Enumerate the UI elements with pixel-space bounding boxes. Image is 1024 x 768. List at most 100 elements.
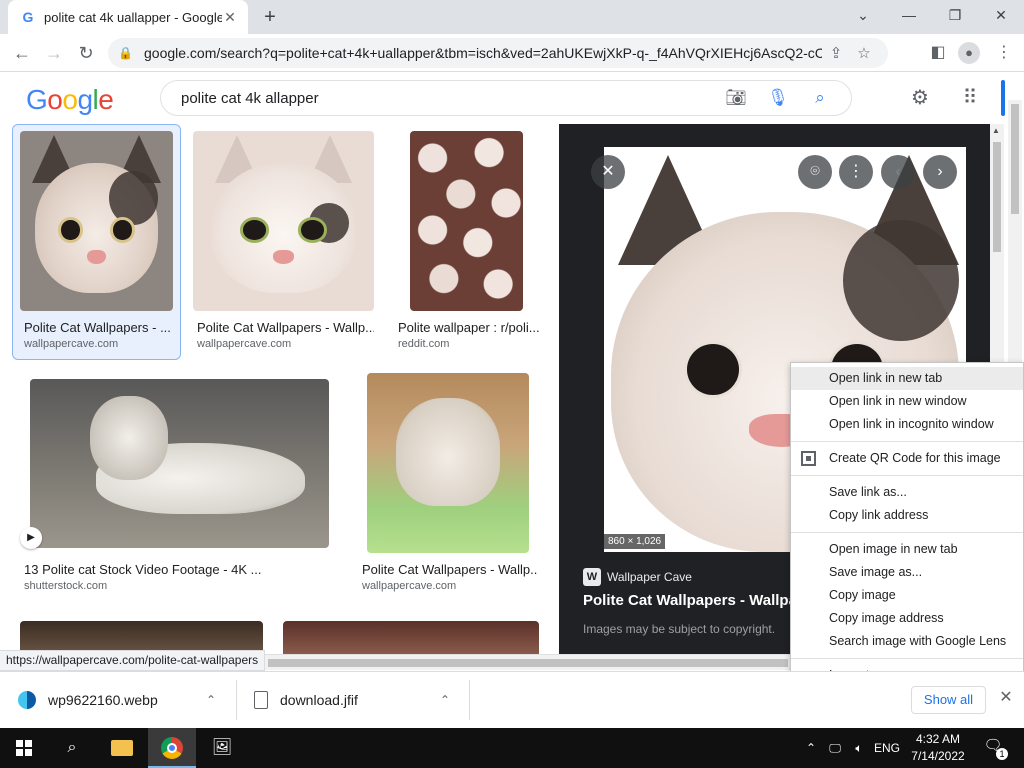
menu-item-search-google-lens[interactable]: Search image with Google Lens xyxy=(791,630,1023,653)
microphone-icon[interactable]: 🎙︎ xyxy=(757,88,799,108)
wallpaper-cave-logo-icon: W xyxy=(583,568,601,586)
browser-tab[interactable]: G polite cat 4k uallapper - Google ✕ xyxy=(8,0,248,34)
tab-search-chevron-icon[interactable]: ⌄ xyxy=(840,0,886,30)
previous-image-icon[interactable]: ‹ xyxy=(881,155,915,189)
result-thumbnail[interactable] xyxy=(367,373,529,553)
clock-date: 7/14/2022 xyxy=(911,749,965,763)
video-play-icon[interactable]: ▶ xyxy=(20,527,42,549)
download-options-chevron-icon[interactable]: ⌃ xyxy=(440,693,450,707)
result-source[interactable]: reddit.com xyxy=(398,338,449,350)
browser-toolbar: ← → ↻ 🔒 google.com/search?q=polite+cat+4… xyxy=(0,34,1024,72)
minimize-button[interactable]: — xyxy=(886,0,932,30)
close-preview-icon[interactable]: ✕ xyxy=(591,155,625,189)
result-caption[interactable]: Polite wallpaper : r/poli... xyxy=(398,320,544,335)
preview-source[interactable]: W Wallpaper Cave xyxy=(583,568,692,586)
menu-item-copy-link-address[interactable]: Copy link address xyxy=(791,504,1023,527)
image-result-card[interactable]: Polite Cat Wallpapers - Wallp... wallpap… xyxy=(358,373,538,595)
result-caption[interactable]: Polite Cat Wallpapers - ... xyxy=(24,320,173,335)
menu-item-save-link-as[interactable]: Save link as... xyxy=(791,481,1023,504)
sign-in-indicator[interactable] xyxy=(1001,80,1005,116)
result-caption[interactable]: 13 Polite cat Stock Video Footage - 4K .… xyxy=(24,562,324,577)
profile-avatar-icon[interactable]: ● xyxy=(958,42,980,64)
lock-icon[interactable]: 🔒 xyxy=(118,46,133,60)
side-panel-icon[interactable]: ◧ xyxy=(924,39,952,67)
scroll-up-icon[interactable]: ▲ xyxy=(992,126,1000,135)
close-shelf-icon[interactable]: ✕ xyxy=(996,688,1016,708)
address-bar[interactable]: 🔒 google.com/search?q=polite+cat+4k+uall… xyxy=(108,38,888,68)
system-clock[interactable]: 4:32 AM 7/14/2022 xyxy=(908,731,968,765)
scrollbar-thumb[interactable] xyxy=(1011,104,1019,214)
notification-count: 1 xyxy=(996,748,1008,760)
next-image-icon[interactable]: › xyxy=(923,155,957,189)
result-thumbnail[interactable] xyxy=(30,379,329,548)
bookmark-star-icon[interactable]: ☆ xyxy=(850,44,878,62)
image-result-card[interactable]: Polite Cat Wallpapers - ... wallpapercav… xyxy=(20,131,173,351)
language-indicator[interactable]: ENG xyxy=(872,728,902,768)
reload-button[interactable]: ↻ xyxy=(72,39,100,67)
new-tab-button[interactable]: + xyxy=(258,6,282,30)
share-icon[interactable]: ⇪ xyxy=(822,44,850,62)
scrollbar-thumb[interactable] xyxy=(268,659,788,667)
app-taskbar-icon[interactable]: 🖼︎ xyxy=(198,728,246,768)
result-thumbnail[interactable] xyxy=(193,131,374,311)
more-options-icon[interactable]: ⋮ xyxy=(839,155,873,189)
download-filename[interactable]: download.jfif xyxy=(280,692,358,708)
volume-icon[interactable]: 🔈︎ xyxy=(848,728,870,768)
preview-title[interactable]: Polite Cat Wallpapers - Wallpap xyxy=(583,592,806,609)
notification-center-icon[interactable]: 🗨︎ 1 xyxy=(982,736,1008,760)
download-options-chevron-icon[interactable]: ⌃ xyxy=(206,693,216,707)
menu-item-open-link-new-tab[interactable]: Open link in new tab xyxy=(791,367,1023,390)
result-thumbnail[interactable] xyxy=(410,131,523,311)
result-caption[interactable]: Polite Cat Wallpapers - Wallp... xyxy=(362,562,538,577)
image-result-thumbnail-partial[interactable] xyxy=(283,621,539,654)
logo-letter: o xyxy=(47,84,63,115)
search-box[interactable]: polite cat 4k allapper 📷︎ 🎙︎ ⌕ xyxy=(160,80,852,116)
menu-item-open-link-incognito[interactable]: Open link in incognito window xyxy=(791,413,1023,436)
google-logo[interactable]: Google xyxy=(26,84,114,116)
tab-close-icon[interactable]: ✕ xyxy=(222,9,238,25)
camera-search-icon[interactable]: 📷︎ xyxy=(715,88,757,108)
download-filename[interactable]: wp9622160.webp xyxy=(48,692,158,708)
search-taskbar-icon[interactable]: ⌕ xyxy=(48,728,96,768)
menu-item-open-link-new-window[interactable]: Open link in new window xyxy=(791,390,1023,413)
window-close-button[interactable]: ✕ xyxy=(978,0,1024,30)
download-item[interactable]: download.jfif ⌃ xyxy=(254,682,464,718)
show-all-downloads-button[interactable]: Show all xyxy=(911,686,986,714)
settings-gear-icon[interactable]: ⚙ xyxy=(906,86,934,110)
scrollbar-thumb[interactable] xyxy=(993,142,1001,252)
menu-item-copy-image-address[interactable]: Copy image address xyxy=(791,607,1023,630)
forward-button[interactable]: → xyxy=(40,39,68,67)
menu-item-open-image-new-tab[interactable]: Open image in new tab xyxy=(791,538,1023,561)
download-item[interactable]: wp9622160.webp ⌃ xyxy=(18,682,230,718)
cat-in-box-image xyxy=(367,373,529,553)
menu-item-save-image-as[interactable]: Save image as... xyxy=(791,561,1023,584)
network-icon[interactable]: 🖵︎ xyxy=(824,728,846,768)
menu-item-copy-image[interactable]: Copy image xyxy=(791,584,1023,607)
result-source[interactable]: shutterstock.com xyxy=(24,580,107,592)
file-explorer-icon[interactable] xyxy=(98,728,146,768)
start-button[interactable] xyxy=(0,728,48,768)
tab-title: polite cat 4k uallapper - Google xyxy=(44,9,222,25)
search-input[interactable]: polite cat 4k allapper xyxy=(181,90,715,107)
result-source[interactable]: wallpapercave.com xyxy=(197,338,291,350)
back-button[interactable]: ← xyxy=(8,39,36,67)
preview-site-name[interactable]: Wallpaper Cave xyxy=(607,570,692,584)
menu-item-create-qr-code[interactable]: Create QR Code for this image xyxy=(791,447,1023,470)
tray-overflow-chevron-icon[interactable]: ⌃ xyxy=(802,728,820,768)
browser-menu-icon[interactable]: ⋮ xyxy=(990,39,1018,67)
divider xyxy=(469,680,470,720)
result-source[interactable]: wallpapercave.com xyxy=(24,338,118,350)
result-caption[interactable]: Polite Cat Wallpapers - Wallp... xyxy=(197,320,374,335)
chrome-taskbar-icon[interactable] xyxy=(148,728,196,768)
image-result-card[interactable]: Polite Cat Wallpapers - Wallp... wallpap… xyxy=(193,131,374,351)
apps-grid-icon[interactable]: ⠿ xyxy=(956,86,984,110)
search-icon[interactable]: ⌕ xyxy=(799,88,841,108)
result-source[interactable]: wallpapercave.com xyxy=(362,580,456,592)
address-url[interactable]: google.com/search?q=polite+cat+4k+uallap… xyxy=(144,45,822,61)
image-result-card[interactable]: Polite wallpaper : r/poli... reddit.com xyxy=(394,131,544,351)
lens-search-icon[interactable]: ⌾ xyxy=(798,155,832,189)
logo-letter: G xyxy=(26,84,48,115)
result-thumbnail[interactable] xyxy=(20,131,173,311)
restore-button[interactable]: ❐ xyxy=(932,0,978,30)
image-result-card[interactable]: 13 Polite cat Stock Video Footage - 4K .… xyxy=(20,379,330,595)
